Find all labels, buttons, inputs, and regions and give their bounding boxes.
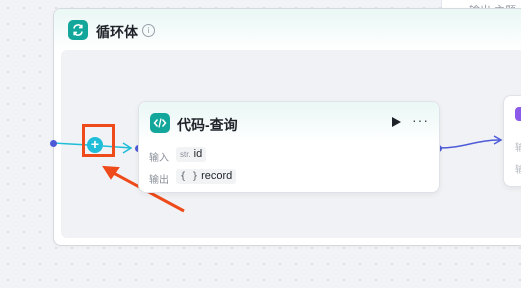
- output-variable-name: record: [201, 170, 233, 182]
- code-query-node[interactable]: 代码-查询 ··· 输入 str. id 输出 { } record: [138, 101, 440, 193]
- code-node-header: 代码-查询 ···: [139, 102, 439, 142]
- object-type-icon: { }: [180, 171, 199, 182]
- more-options-icon[interactable]: ···: [412, 113, 430, 127]
- loop-icon: [68, 20, 88, 40]
- input-label: 输入: [149, 153, 169, 164]
- input-variable-name: id: [193, 148, 203, 160]
- run-icon[interactable]: [392, 117, 401, 127]
- loop-input-port[interactable]: [50, 140, 57, 147]
- input-variable-tag: str. id: [176, 147, 207, 162]
- string-type-icon: str.: [180, 150, 191, 159]
- output-label: 输出: [149, 175, 169, 186]
- next-node[interactable]: 输 输: [503, 95, 521, 187]
- next-node-output-label: 输: [515, 165, 521, 176]
- node-type-icon: [515, 107, 521, 121]
- loop-node-title: 循环体: [96, 24, 138, 40]
- annotation-highlight-box: [82, 124, 115, 157]
- code-icon: [150, 113, 170, 133]
- loop-node-header: 循环体 i: [54, 9, 521, 51]
- info-icon[interactable]: i: [142, 24, 155, 37]
- next-node-input-label: 输: [515, 143, 521, 154]
- code-node-title: 代码-查询: [177, 117, 238, 133]
- output-variable-tag: { } record: [176, 169, 237, 184]
